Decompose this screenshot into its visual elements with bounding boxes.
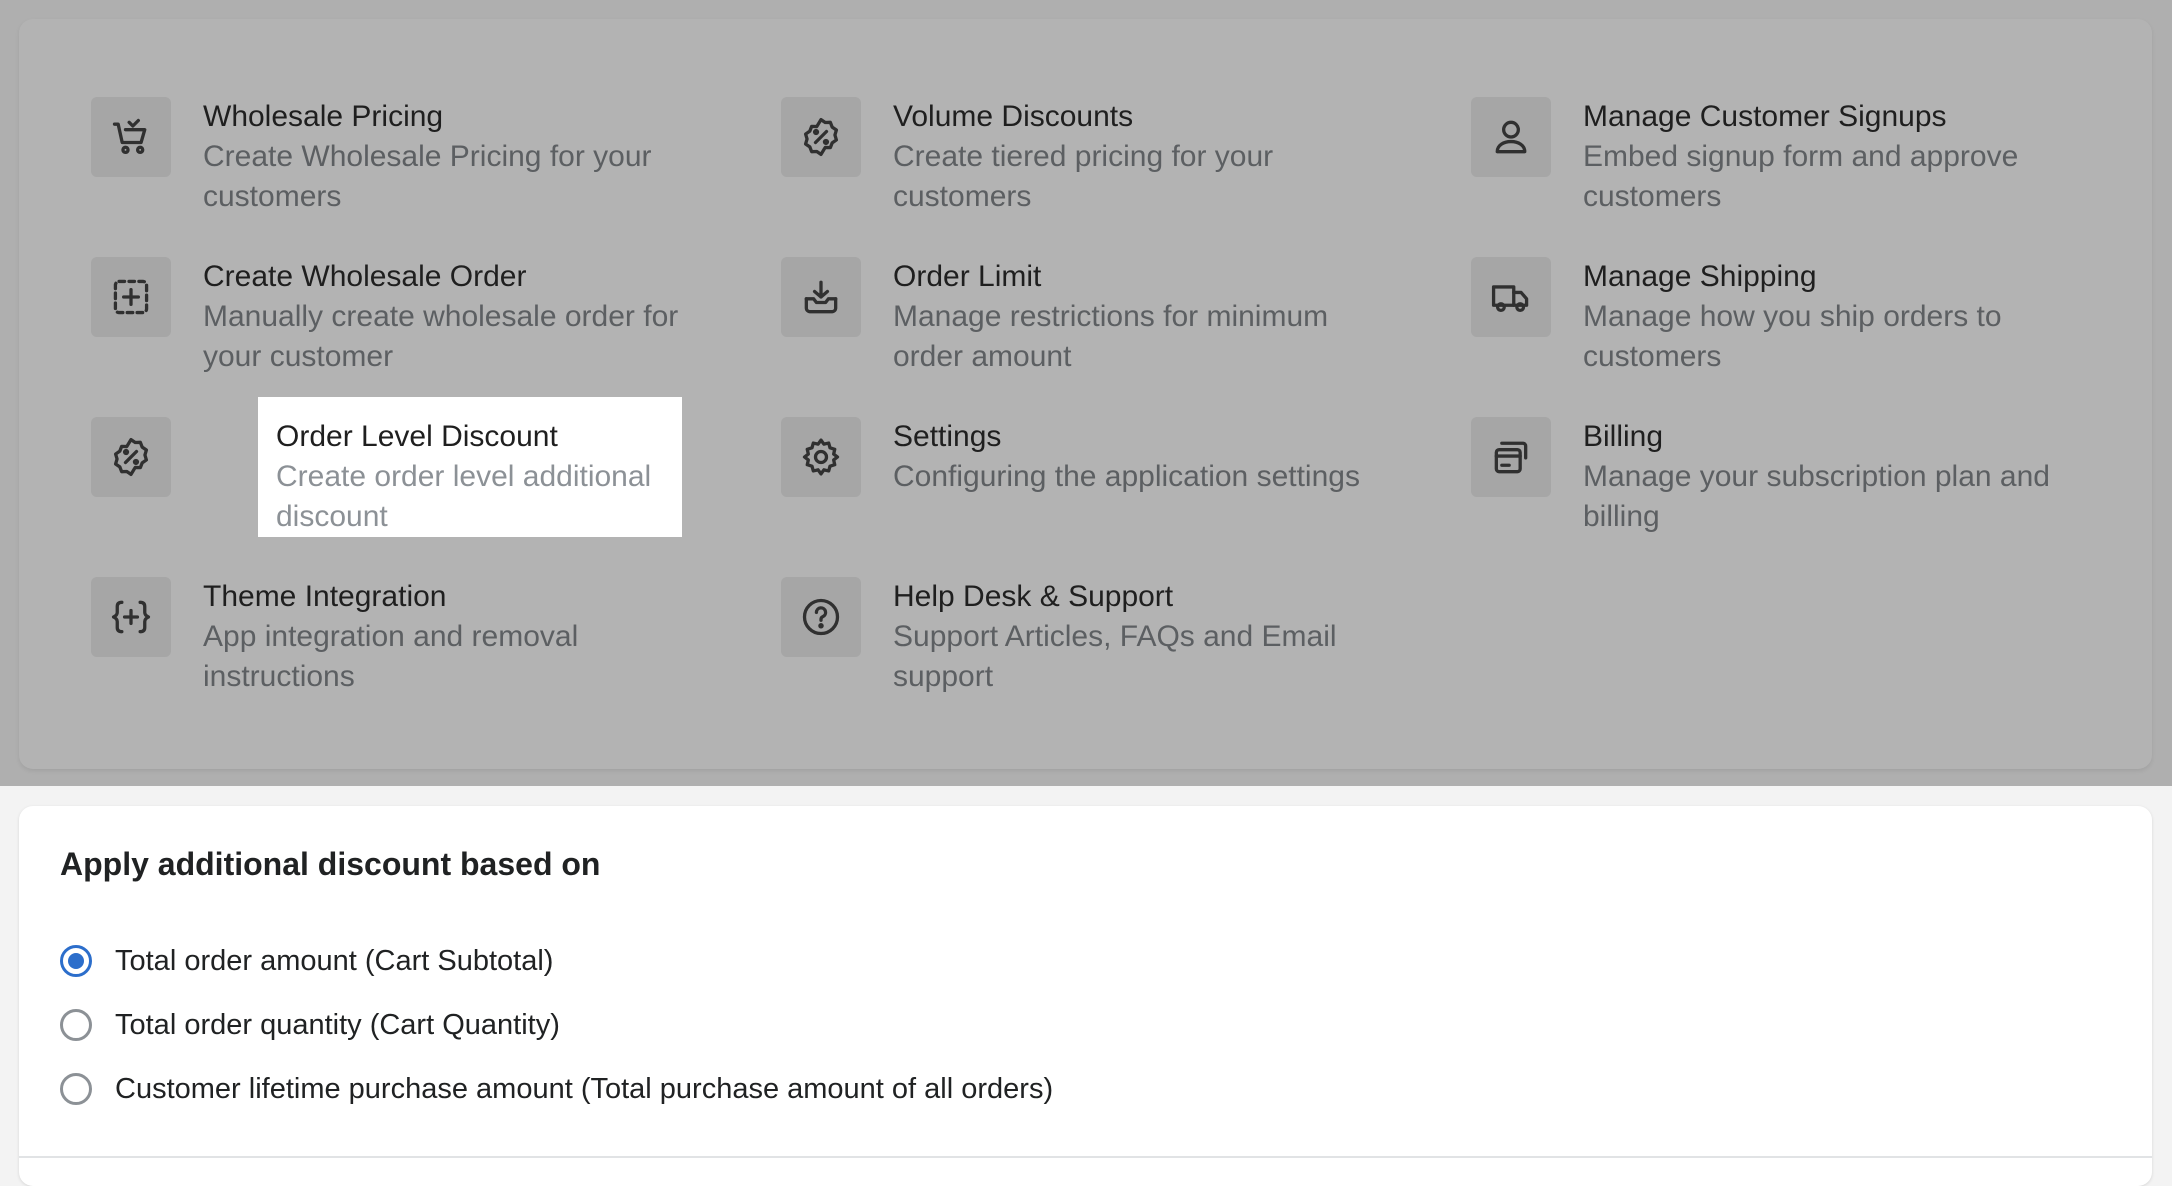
add-order-icon — [91, 257, 171, 337]
code-braces-icon — [91, 577, 171, 657]
menu-item-title: Manage Shipping — [1583, 260, 1817, 293]
radio-option-label: Total order amount (Cart Subtotal) — [115, 944, 554, 977]
billing-cards-icon — [1471, 417, 1551, 497]
radio-option-total-order-quantity[interactable]: Total order quantity (Cart Quantity) — [60, 1005, 560, 1045]
radio-option-label: Total order quantity (Cart Quantity) — [115, 1008, 560, 1041]
menu-item-description: Manage how you ship orders to customers — [1583, 300, 2002, 373]
menu-item-theme-integration[interactable]: Theme Integration App integration and re… — [91, 577, 711, 727]
menu-item-order-limit[interactable]: Order Limit Manage restrictions for mini… — [781, 257, 1401, 407]
menu-item-description: Embed signup form and approve customers — [1583, 140, 2019, 213]
menu-item-title: Create Wholesale Order — [203, 260, 527, 293]
radio-button[interactable] — [60, 1009, 92, 1041]
person-icon — [1471, 97, 1551, 177]
question-circle-icon — [781, 577, 861, 657]
menu-item-description: Create Wholesale Pricing for your custom… — [203, 140, 652, 213]
discount-basis-heading: Apply additional discount based on — [60, 846, 601, 882]
menu-item-title: Order Level Discount — [276, 420, 558, 453]
menu-item-title: Theme Integration — [203, 580, 447, 613]
menu-item-title: Wholesale Pricing — [203, 100, 444, 133]
divider — [19, 1156, 2152, 1158]
menu-item-order-level-discount[interactable]: Order Level Discount Create order level … — [91, 397, 711, 567]
menu-item-volume-discounts[interactable]: Volume Discounts Create tiered pricing f… — [781, 97, 1401, 247]
menu-item-wholesale-pricing[interactable]: Wholesale Pricing Create Wholesale Prici… — [91, 97, 711, 247]
menu-item-description: Create order level additional discount — [276, 460, 652, 533]
discount-badge-icon — [91, 417, 171, 497]
menu-item-title: Order Limit — [893, 260, 1042, 293]
radio-button[interactable] — [60, 1073, 92, 1105]
menu-item-manage-customer-signups[interactable]: Manage Customer Signups Embed signup for… — [1471, 97, 2091, 247]
menu-item-title: Volume Discounts — [893, 100, 1134, 133]
radio-option-total-order-amount[interactable]: Total order amount (Cart Subtotal) — [60, 941, 553, 981]
inbox-download-icon — [781, 257, 861, 337]
menu-item-description: Manage restrictions for minimum order am… — [893, 300, 1329, 373]
menu-item-settings[interactable]: Settings Configuring the application set… — [781, 417, 1401, 567]
menu-item-title: Settings — [893, 420, 1002, 453]
discount-basis-card: Apply additional discount based on Total… — [19, 806, 2152, 1186]
app-navigation-menu: Wholesale Pricing Create Wholesale Prici… — [19, 19, 2152, 769]
radio-option-customer-lifetime-purchase[interactable]: Customer lifetime purchase amount (Total… — [60, 1069, 1053, 1109]
menu-item-manage-shipping[interactable]: Manage Shipping Manage how you ship orde… — [1471, 257, 2091, 407]
gear-icon — [781, 417, 861, 497]
menu-item-description: Manage your subscription plan and billin… — [1583, 460, 2050, 533]
menu-item-description: Support Articles, FAQs and Email support — [893, 620, 1337, 693]
menu-item-description: Manually create wholesale order for your… — [203, 300, 679, 373]
menu-item-title: Billing — [1583, 420, 1664, 453]
radio-option-label: Customer lifetime purchase amount (Total… — [115, 1072, 1054, 1105]
menu-item-billing[interactable]: Billing Manage your subscription plan an… — [1471, 417, 2091, 567]
menu-item-help-desk-support[interactable]: Help Desk & Support Support Articles, FA… — [781, 577, 1401, 727]
truck-icon — [1471, 257, 1551, 337]
menu-item-description: Configuring the application settings — [893, 460, 1360, 493]
menu-item-description: App integration and removal instructions — [203, 620, 579, 693]
menu-item-description: Create tiered pricing for your customers — [893, 140, 1274, 213]
radio-button-selected[interactable] — [60, 945, 92, 977]
menu-item-title: Manage Customer Signups — [1583, 100, 1947, 133]
cart-icon — [91, 97, 171, 177]
menu-item-title: Help Desk & Support — [893, 580, 1174, 613]
menu-item-create-wholesale-order[interactable]: Create Wholesale Order Manually create w… — [91, 257, 711, 407]
discount-badge-icon — [781, 97, 861, 177]
